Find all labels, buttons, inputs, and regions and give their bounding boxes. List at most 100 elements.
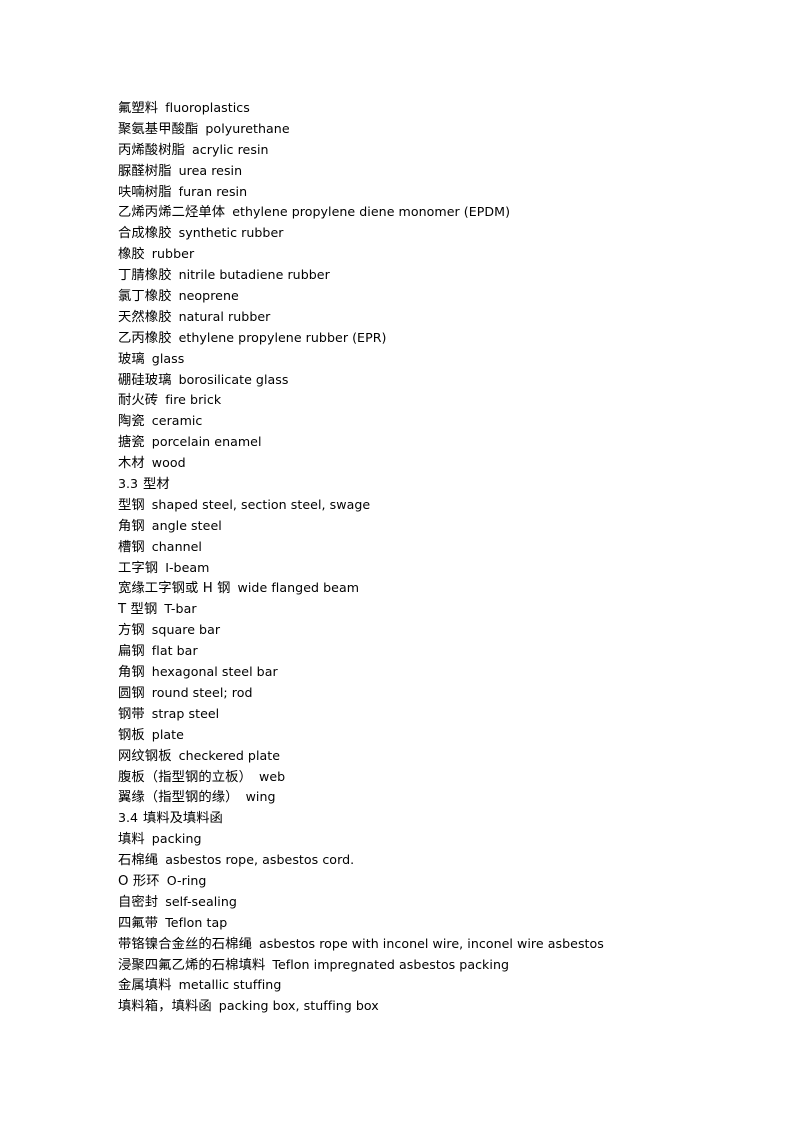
glossary-entry: 氟塑料 fluoroplastics bbox=[118, 98, 738, 119]
section-number: 3.4 bbox=[118, 810, 139, 826]
term-english: square bar bbox=[151, 622, 221, 638]
glossary-entry: 带铬镍合金丝的石棉绳 asbestos rope with inconel wir… bbox=[118, 934, 738, 955]
term-chinese: 氟塑料 bbox=[118, 101, 159, 116]
term-english: nitrile butadiene rubber bbox=[178, 267, 330, 283]
section-heading: 3.3 型材 bbox=[118, 474, 738, 495]
glossary-entry: 乙烯丙烯二烃单体 ethylene propylene diene monomer… bbox=[118, 202, 738, 223]
term-chinese: 圆钢 bbox=[118, 685, 145, 701]
term-english: fire brick bbox=[165, 392, 222, 408]
term-chinese: 浸聚四氟乙烯的石棉填料 bbox=[118, 957, 266, 973]
glossary-entry: 硼硅玻璃 borosilicate glass bbox=[118, 370, 738, 391]
term-english: strap steel bbox=[151, 705, 220, 721]
term-english: asbestos rope with inconel wire, inconel… bbox=[258, 935, 604, 951]
term-chinese: 钢带 bbox=[118, 706, 145, 722]
term-chinese: 填料 bbox=[118, 832, 145, 848]
term-english: T-bar bbox=[164, 601, 197, 617]
glossary-entry: 脲醛树脂 urea resin bbox=[118, 161, 738, 182]
glossary-entry: 浸聚四氟乙烯的石棉填料 Teflon impregnated asbestos p… bbox=[118, 955, 738, 976]
term-chinese: 木材 bbox=[118, 456, 145, 472]
glossary-entry: 木材 wood bbox=[118, 453, 738, 474]
glossary-entry: 乙丙橡胶 ethylene propylene rubber (EPR) bbox=[118, 328, 738, 349]
glossary-entry: 玻璃 glass bbox=[118, 349, 738, 370]
term-chinese: 合成橡胶 bbox=[118, 226, 172, 242]
term-chinese: 橡胶 bbox=[118, 247, 145, 263]
term-chinese: 陶瓷 bbox=[118, 414, 145, 430]
glossary-entry: 天然橡胶 natural rubber bbox=[118, 307, 738, 328]
term-chinese: O 形环 bbox=[118, 873, 160, 889]
term-english: polyurethane bbox=[205, 120, 290, 136]
term-chinese: 翼缘（指型钢的缘） bbox=[118, 790, 239, 806]
glossary-entry: 方钢 square bar bbox=[118, 620, 738, 641]
term-chinese: 聚氨基甲酸酯 bbox=[118, 121, 199, 137]
term-english: asbestos rope, asbestos cord. bbox=[165, 852, 355, 868]
glossary-term-list: 氟塑料 fluoroplastics 聚氨基甲酸酯 polyurethane 丙烯酸树脂… bbox=[118, 98, 738, 1017]
glossary-entry: 橡胶 rubber bbox=[118, 244, 738, 265]
term-chinese: 呋喃树脂 bbox=[118, 184, 172, 200]
term-chinese: 丁腈橡胶 bbox=[118, 268, 172, 284]
section-heading: 3.4 填料及填料函 bbox=[118, 808, 738, 829]
glossary-entry: T 型钢 T-bar bbox=[118, 599, 738, 620]
term-english: self-sealing bbox=[165, 893, 237, 909]
term-english: wing bbox=[245, 789, 276, 805]
glossary-entry: 宽缘工字钢或 H 钢 wide flanged beam bbox=[118, 578, 738, 599]
term-english: acrylic resin bbox=[191, 141, 269, 157]
term-english: porcelain enamel bbox=[151, 434, 262, 450]
term-english: neoprene bbox=[178, 288, 239, 304]
term-chinese: T 型钢 bbox=[118, 602, 158, 618]
term-english: wide flanged beam bbox=[237, 580, 360, 596]
term-chinese: 石棉绳 bbox=[118, 853, 159, 869]
term-english: ceramic bbox=[151, 413, 203, 429]
term-english: furan resin bbox=[178, 183, 248, 199]
term-english: Teflon impregnated asbestos packing bbox=[272, 956, 510, 972]
glossary-entry: 耐火砖 fire brick bbox=[118, 390, 738, 411]
term-chinese: 硼硅玻璃 bbox=[118, 372, 172, 388]
glossary-entry: 填料 packing bbox=[118, 829, 738, 850]
glossary-entry: 四氟带 Teflon tap bbox=[118, 913, 738, 934]
term-chinese: 钢板 bbox=[118, 727, 145, 743]
term-chinese: 脲醛树脂 bbox=[118, 163, 172, 179]
term-english: fluoroplastics bbox=[165, 100, 250, 115]
term-english: wood bbox=[151, 455, 186, 471]
term-chinese: 乙丙橡胶 bbox=[118, 330, 172, 346]
glossary-entry: 丁腈橡胶 nitrile butadiene rubber bbox=[118, 265, 738, 286]
term-english: natural rubber bbox=[178, 308, 271, 324]
term-chinese: 角钢 bbox=[118, 665, 145, 681]
term-chinese: 搪瓷 bbox=[118, 435, 145, 451]
term-chinese: 角钢 bbox=[118, 518, 145, 534]
glossary-entry: O 形环 O-ring bbox=[118, 871, 738, 892]
document-page: 氟塑料 fluoroplastics 聚氨基甲酸酯 polyurethane 丙烯酸树脂… bbox=[0, 0, 794, 1123]
glossary-entry: 合成橡胶 synthetic rubber bbox=[118, 223, 738, 244]
term-english: round steel; rod bbox=[151, 684, 253, 700]
glossary-entry: 角钢 hexagonal steel bar bbox=[118, 662, 738, 683]
term-chinese: 腹板（指型钢的立板） bbox=[118, 769, 252, 785]
glossary-entry: 钢带 strap steel bbox=[118, 704, 738, 725]
glossary-entry: 工字钢 I-beam bbox=[118, 558, 738, 579]
glossary-entry: 氯丁橡胶 neoprene bbox=[118, 286, 738, 307]
term-chinese: 乙烯丙烯二烃单体 bbox=[118, 205, 226, 221]
term-chinese: 耐火砖 bbox=[118, 393, 159, 409]
term-english: synthetic rubber bbox=[178, 225, 284, 241]
term-chinese: 工字钢 bbox=[118, 560, 159, 576]
glossary-entry: 自密封 self-sealing bbox=[118, 892, 738, 913]
term-english: packing box, stuffing box bbox=[218, 998, 379, 1014]
glossary-entry: 金属填料 metallic stuffing bbox=[118, 975, 738, 996]
term-english: packing bbox=[151, 831, 202, 847]
term-english: angle steel bbox=[151, 517, 222, 533]
glossary-entry: 呋喃树脂 furan resin bbox=[118, 182, 738, 203]
term-english: shaped steel, section steel, swage bbox=[151, 496, 371, 512]
term-english: Teflon tap bbox=[165, 914, 228, 930]
term-chinese: 四氟带 bbox=[118, 915, 159, 931]
term-chinese: 氯丁橡胶 bbox=[118, 289, 172, 305]
term-english: hexagonal steel bar bbox=[151, 664, 278, 680]
term-english: flat bar bbox=[151, 643, 198, 659]
glossary-entry: 聚氨基甲酸酯 polyurethane bbox=[118, 119, 738, 140]
term-english: channel bbox=[151, 538, 202, 554]
term-chinese: 自密封 bbox=[118, 894, 159, 910]
glossary-entry: 扁钢 flat bar bbox=[118, 641, 738, 662]
term-chinese: 玻璃 bbox=[118, 351, 145, 367]
term-chinese: 丙烯酸树脂 bbox=[118, 142, 185, 158]
glossary-entry: 角钢 angle steel bbox=[118, 516, 738, 537]
glossary-entry: 腹板（指型钢的立板） web bbox=[118, 767, 738, 788]
term-chinese: 扁钢 bbox=[118, 644, 145, 660]
term-chinese: 方钢 bbox=[118, 623, 145, 639]
